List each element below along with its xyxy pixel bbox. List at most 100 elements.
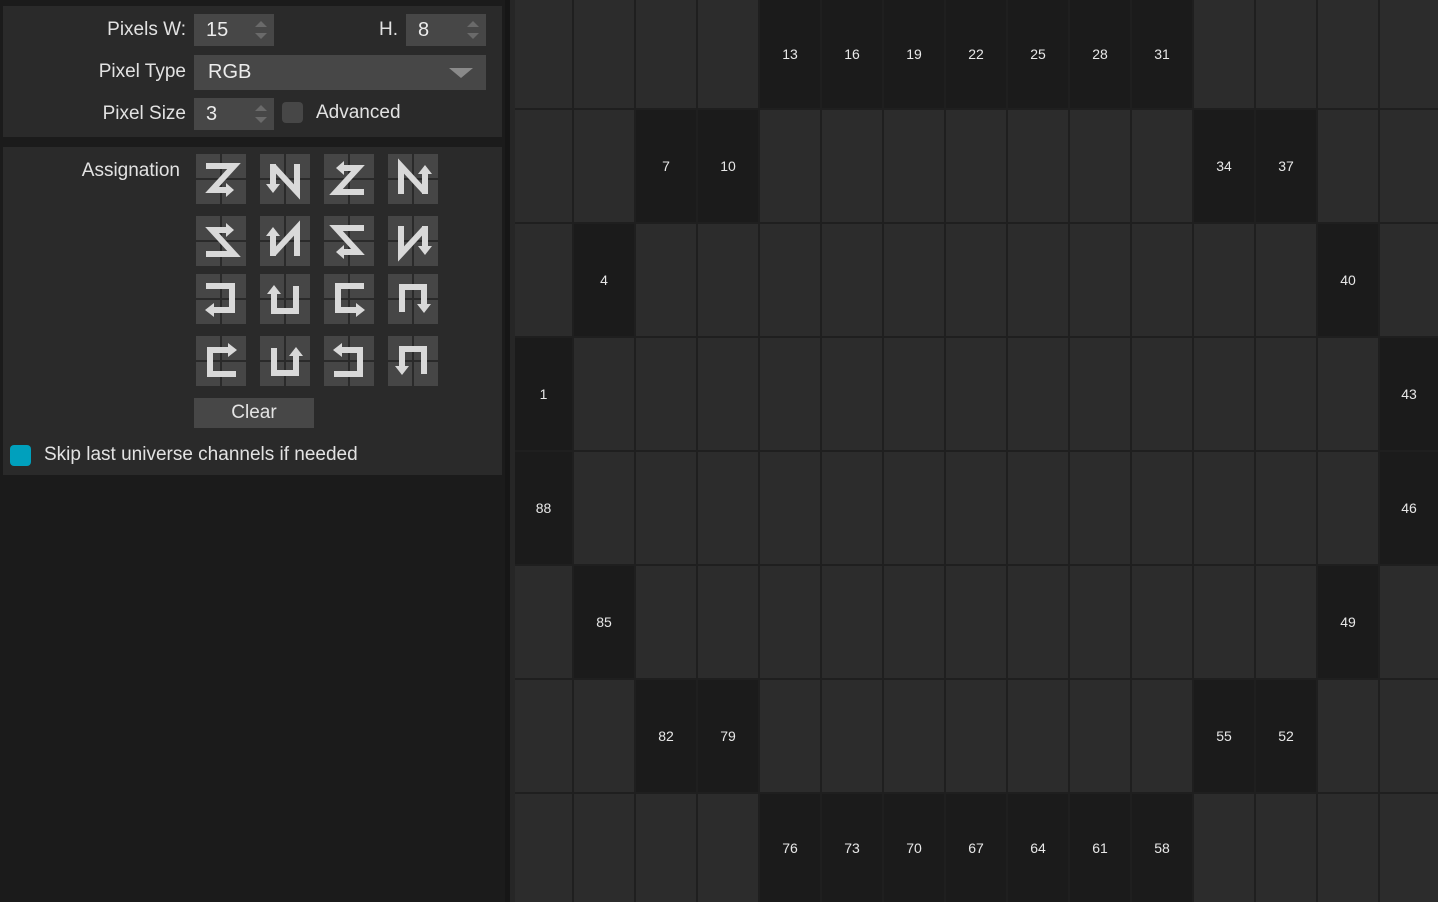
pixel-cell[interactable]: [822, 110, 882, 222]
pixel-cell[interactable]: [1132, 110, 1192, 222]
pixel-cell[interactable]: 28: [1070, 0, 1130, 108]
pixel-cell[interactable]: [822, 452, 882, 564]
pixel-cell[interactable]: 13: [760, 0, 820, 108]
pixel-cell[interactable]: [1008, 110, 1068, 222]
pixel-size-stepper[interactable]: 3: [194, 98, 274, 130]
pixel-cell[interactable]: [760, 338, 820, 450]
pixel-cell[interactable]: [822, 566, 882, 678]
pixel-cell[interactable]: [1380, 110, 1438, 222]
pixel-cell[interactable]: 76: [760, 794, 820, 902]
pixel-cell[interactable]: [574, 338, 634, 450]
pixel-cell[interactable]: 70: [884, 794, 944, 902]
pattern-snake-left-down-button[interactable]: [196, 274, 246, 324]
pattern-snake-left-up-button[interactable]: [324, 336, 374, 386]
pixel-cell[interactable]: 22: [946, 0, 1006, 108]
pixel-cell[interactable]: [1194, 794, 1254, 902]
pixels-h-stepper[interactable]: 8: [406, 14, 486, 46]
pixel-cell[interactable]: [515, 224, 572, 336]
pixel-cell[interactable]: [515, 110, 572, 222]
pixel-cell[interactable]: [1380, 680, 1438, 792]
pixel-cell[interactable]: [760, 110, 820, 222]
pixel-cell[interactable]: [1132, 566, 1192, 678]
advanced-checkbox[interactable]: [282, 102, 303, 123]
pattern-snake-right-down-button[interactable]: [324, 274, 374, 324]
pixel-cell[interactable]: 34: [1194, 110, 1254, 222]
pixel-cell[interactable]: [884, 338, 944, 450]
pixel-cell[interactable]: [1194, 224, 1254, 336]
pixel-cell[interactable]: [1132, 224, 1192, 336]
pixel-cell[interactable]: 31: [1132, 0, 1192, 108]
pixel-cell[interactable]: [1318, 452, 1378, 564]
pixel-cell[interactable]: 10: [698, 110, 758, 222]
pixel-cell[interactable]: [946, 224, 1006, 336]
pixel-cell[interactable]: [698, 224, 758, 336]
pixel-cell[interactable]: [946, 110, 1006, 222]
pixel-cell[interactable]: [1380, 566, 1438, 678]
pixel-cell[interactable]: [1194, 566, 1254, 678]
pixel-cell[interactable]: [1008, 566, 1068, 678]
pixel-cell[interactable]: [698, 794, 758, 902]
pixel-cell[interactable]: [1380, 224, 1438, 336]
pixel-cell[interactable]: [515, 794, 572, 902]
pixel-cell[interactable]: [822, 338, 882, 450]
pixel-cell[interactable]: 4: [574, 224, 634, 336]
pixel-cell[interactable]: 25: [1008, 0, 1068, 108]
pixel-cell[interactable]: [1008, 452, 1068, 564]
pixel-cell[interactable]: 67: [946, 794, 1006, 902]
pixel-cell[interactable]: [574, 452, 634, 564]
pixel-cell[interactable]: [1256, 794, 1316, 902]
pixel-cell[interactable]: [946, 452, 1006, 564]
pixel-cell[interactable]: [1070, 338, 1130, 450]
pixel-cell[interactable]: [946, 566, 1006, 678]
pixel-cell[interactable]: [884, 110, 944, 222]
pixel-cell[interactable]: 73: [822, 794, 882, 902]
stepper-arrows-icon[interactable]: [254, 103, 268, 125]
pixel-cell[interactable]: [1318, 794, 1378, 902]
pixel-cell[interactable]: [698, 0, 758, 108]
pixel-cell[interactable]: [1070, 566, 1130, 678]
pixel-cell[interactable]: [1070, 110, 1130, 222]
pattern-zigzag-down-right-button[interactable]: [260, 154, 310, 204]
pixel-cell[interactable]: [1070, 224, 1130, 336]
pixel-cell[interactable]: 7: [636, 110, 696, 222]
pixel-cell[interactable]: 52: [1256, 680, 1316, 792]
pixel-cell[interactable]: 16: [822, 0, 882, 108]
pixel-cell[interactable]: [636, 338, 696, 450]
pixel-cell[interactable]: [636, 566, 696, 678]
pixel-cell[interactable]: 46: [1380, 452, 1438, 564]
pixel-cell[interactable]: [636, 794, 696, 902]
pixel-cell[interactable]: [760, 566, 820, 678]
pixel-cell[interactable]: [884, 224, 944, 336]
pixel-cell[interactable]: [574, 680, 634, 792]
pixel-cell[interactable]: [822, 680, 882, 792]
pixel-cell[interactable]: 1: [515, 338, 572, 450]
pixel-cell[interactable]: [1318, 338, 1378, 450]
pixel-cell[interactable]: [1256, 452, 1316, 564]
pixel-cell[interactable]: [1008, 680, 1068, 792]
pixel-cell[interactable]: [760, 224, 820, 336]
pixel-cell[interactable]: [515, 566, 572, 678]
pattern-zigzag-left-down-button[interactable]: [324, 154, 374, 204]
pattern-snake-down-right-button[interactable]: [388, 274, 438, 324]
pixel-cell[interactable]: [1194, 0, 1254, 108]
pixel-cell[interactable]: [1132, 680, 1192, 792]
pixel-cell[interactable]: 37: [1256, 110, 1316, 222]
pixel-cell[interactable]: [1318, 0, 1378, 108]
pattern-snake-up-right-button[interactable]: [260, 274, 310, 324]
pattern-zigzag-right-up-button[interactable]: [324, 216, 374, 266]
pixel-cell[interactable]: [760, 680, 820, 792]
stepper-arrows-icon[interactable]: [254, 19, 268, 41]
pattern-snake-down-left-button[interactable]: [260, 336, 310, 386]
pixel-cell[interactable]: [698, 338, 758, 450]
pattern-zigzag-right-down-button[interactable]: [196, 154, 246, 204]
pixel-cell[interactable]: [946, 338, 1006, 450]
pixel-cell[interactable]: [1070, 680, 1130, 792]
pixel-cell[interactable]: 58: [1132, 794, 1192, 902]
pixel-cell[interactable]: [1380, 794, 1438, 902]
pixel-type-select[interactable]: RGB: [194, 55, 486, 90]
pixel-cell[interactable]: [1256, 566, 1316, 678]
pattern-zigzag-up-left-button[interactable]: [260, 216, 310, 266]
pixel-cell[interactable]: [884, 452, 944, 564]
pixel-cell[interactable]: 55: [1194, 680, 1254, 792]
pixel-cell[interactable]: [515, 680, 572, 792]
